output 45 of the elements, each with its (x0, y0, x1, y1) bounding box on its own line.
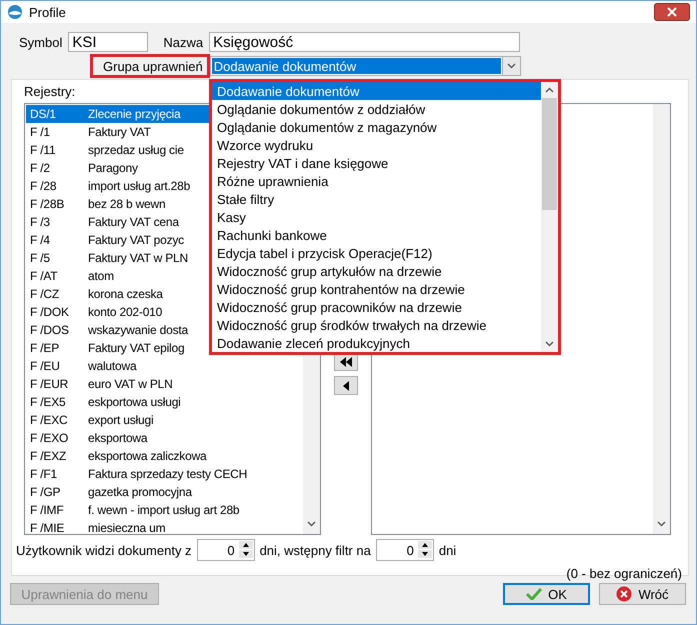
window-title: Profile (29, 4, 67, 20)
scroll-thumb[interactable] (542, 98, 557, 210)
double-left-triangle-icon (339, 356, 353, 366)
close-icon (616, 586, 632, 602)
check-icon (526, 588, 542, 600)
spin-down-icon[interactable] (238, 550, 253, 558)
spin-up-icon[interactable] (238, 541, 253, 549)
chevron-down-icon[interactable] (307, 521, 316, 527)
register-row[interactable]: F /EU walutowa (26, 357, 302, 375)
close-icon (667, 7, 677, 17)
left-triangle-icon (342, 380, 350, 390)
app-icon (7, 4, 23, 20)
ok-button[interactable]: OK (503, 583, 590, 605)
name-field[interactable]: Księgowość (209, 32, 520, 52)
close-button[interactable] (654, 3, 690, 21)
symbol-field[interactable]: KSI (68, 32, 148, 52)
spin-up-icon[interactable] (418, 541, 432, 549)
register-row[interactable]: F /EXO eksportowa (26, 429, 302, 447)
chevron-up-icon[interactable] (545, 87, 554, 93)
register-row[interactable]: F /EXC export usługi (26, 411, 302, 429)
chevron-down-icon[interactable] (657, 521, 666, 527)
spin-down-icon[interactable] (418, 550, 432, 558)
limit-note: (0 - bez ograniczeń) (566, 566, 682, 581)
permission-group-label: Grupa uprawnień (90, 54, 210, 78)
permission-group-dropdown[interactable]: Dodawanie dokumentów (210, 56, 521, 76)
chevron-down-icon[interactable] (506, 63, 516, 69)
days-spinner[interactable]: 0 (196, 539, 255, 561)
days-label: Użytkownik widzi dokumenty z (16, 542, 192, 558)
register-row[interactable]: F /IMF f. wewn - import usług art 28b (26, 501, 302, 519)
back-button[interactable]: Wróć (599, 583, 686, 605)
register-row[interactable]: F /F1 Faktura sprzedazy testy CECH (26, 465, 302, 483)
chevron-down-icon[interactable] (545, 341, 554, 347)
register-row[interactable]: F /MIE miesieczna um (26, 519, 302, 534)
register-row[interactable]: F /EX5 eskportowa usługi (26, 393, 302, 411)
filter-label: dni, wstępny filtr na (260, 542, 371, 558)
dropdown-option[interactable]: Dodawanie dokumentów (212, 82, 541, 100)
symbol-label: Symbol (19, 34, 62, 50)
days-unit-label: dni (438, 542, 456, 558)
name-label: Nazwa (163, 34, 204, 50)
register-row[interactable]: F /EXZ eksportowa zaliczkowa (26, 447, 302, 465)
registers-label: Rejestry: (24, 84, 76, 99)
register-row[interactable]: F /GP gazetka promocyjna (26, 483, 302, 501)
filter-spinner[interactable]: 0 (376, 539, 434, 561)
remove-button[interactable] (334, 376, 358, 395)
register-row[interactable]: F /EUR euro VAT w PLN (26, 375, 302, 393)
